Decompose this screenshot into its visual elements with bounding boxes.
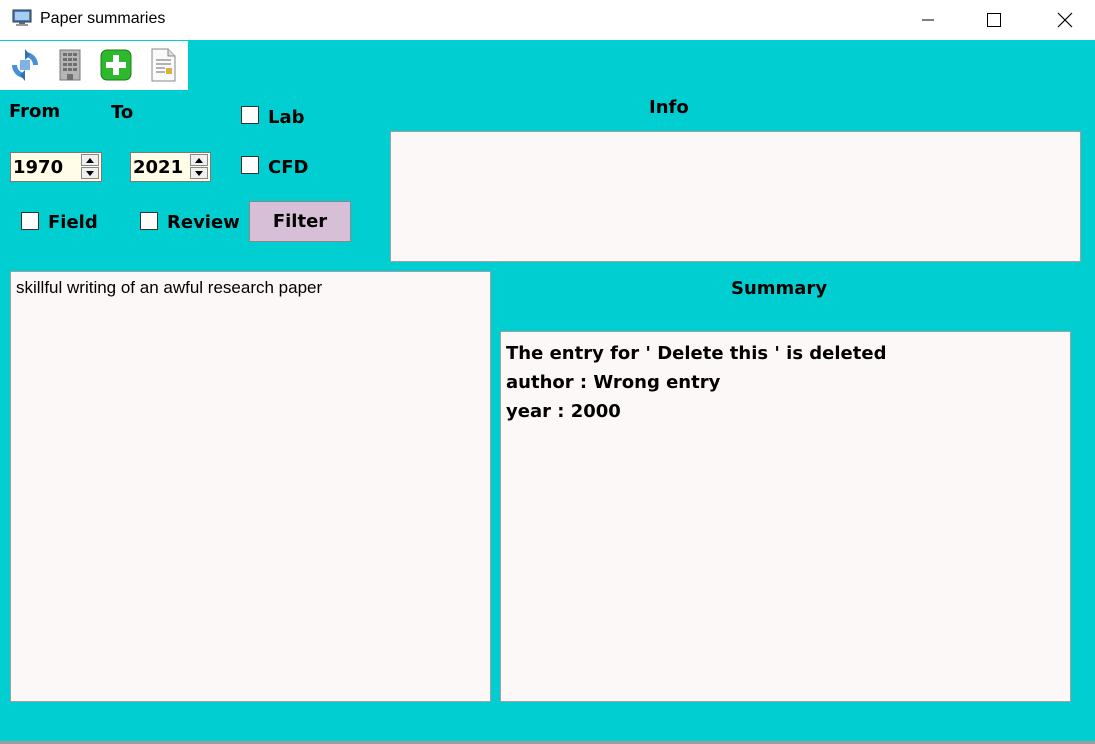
- arrow-down-icon: [86, 170, 94, 176]
- summary-textbox[interactable]: The entry for ' Delete this ' is deleted…: [500, 331, 1071, 702]
- maximize-icon: [987, 13, 1001, 27]
- cfd-label: CFD: [268, 157, 309, 178]
- building-button[interactable]: [52, 47, 88, 83]
- to-year-up-button[interactable]: [190, 154, 208, 166]
- to-year-value: 2021: [133, 157, 184, 178]
- building-icon: [59, 49, 81, 81]
- add-icon: [100, 49, 132, 81]
- from-year-spinbox[interactable]: 1970: [10, 152, 102, 182]
- window-title: Paper summaries: [40, 10, 166, 27]
- app-monitor-icon: [12, 9, 32, 27]
- arrow-up-icon: [86, 157, 94, 163]
- lab-checkbox[interactable]: [241, 106, 259, 124]
- document-button[interactable]: [145, 47, 181, 83]
- summary-heading: Summary: [731, 278, 828, 299]
- arrow-up-icon: [195, 157, 203, 163]
- arrow-down-icon: [195, 170, 203, 176]
- to-year-down-button[interactable]: [190, 167, 208, 179]
- summary-line: year : 2000: [506, 401, 621, 422]
- close-button[interactable]: [1042, 0, 1088, 40]
- info-textbox[interactable]: [390, 131, 1081, 262]
- document-icon: [151, 48, 176, 82]
- minimize-button[interactable]: [905, 0, 951, 40]
- refresh-button[interactable]: [7, 47, 43, 83]
- to-year-spin-buttons[interactable]: [190, 154, 208, 180]
- filter-button[interactable]: Filter: [249, 201, 351, 242]
- toolbar: [0, 41, 188, 90]
- close-icon: [1057, 12, 1073, 28]
- refresh-icon: [12, 49, 38, 81]
- summary-line: The entry for ' Delete this ' is deleted: [506, 343, 887, 364]
- from-year-spin-buttons[interactable]: [81, 154, 99, 180]
- field-checkbox[interactable]: [21, 212, 39, 230]
- title-bar: Paper summaries: [0, 0, 1095, 40]
- from-year-value: 1970: [13, 157, 64, 178]
- list-item[interactable]: skillful writing of an awful research pa…: [16, 278, 322, 298]
- field-label: Field: [48, 212, 98, 233]
- cfd-checkbox[interactable]: [241, 156, 259, 174]
- lab-label: Lab: [268, 107, 305, 128]
- review-label: Review: [167, 212, 240, 233]
- maximize-button[interactable]: [971, 0, 1017, 40]
- to-label: To: [111, 102, 134, 123]
- to-year-spinbox[interactable]: 2021: [130, 152, 211, 182]
- add-button[interactable]: [98, 47, 134, 83]
- summary-line: author : Wrong entry: [506, 372, 721, 393]
- from-year-up-button[interactable]: [81, 154, 99, 166]
- info-heading: Info: [649, 97, 689, 118]
- from-year-down-button[interactable]: [81, 167, 99, 179]
- summary-content: The entry for ' Delete this ' is deleted…: [506, 339, 886, 426]
- paper-list[interactable]: skillful writing of an awful research pa…: [10, 271, 491, 702]
- minimize-icon: [922, 19, 934, 21]
- from-label: From: [9, 101, 61, 122]
- review-checkbox[interactable]: [140, 212, 158, 230]
